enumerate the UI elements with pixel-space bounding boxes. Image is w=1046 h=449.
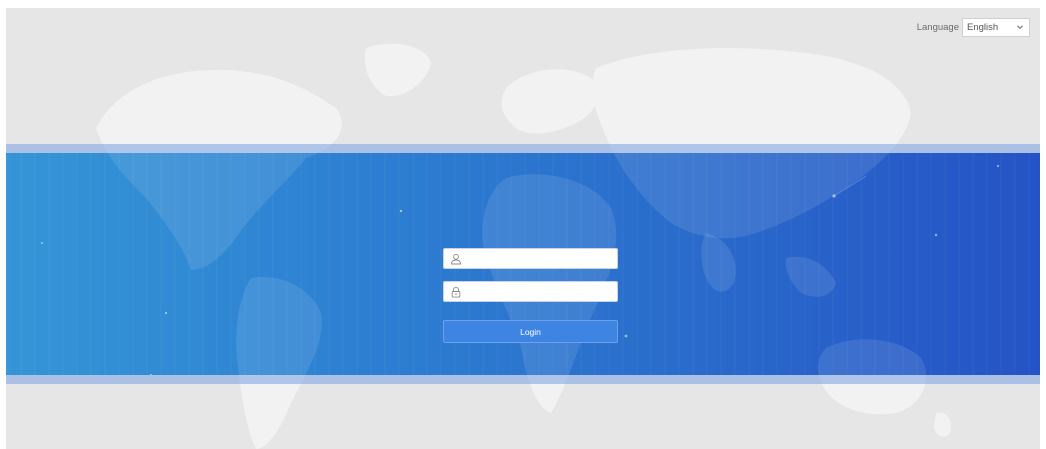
login-band: Login — [6, 153, 1040, 375]
login-button[interactable]: Login — [443, 320, 618, 343]
login-form: Login — [443, 248, 618, 343]
language-label: Language — [916, 21, 959, 33]
username-input[interactable] — [466, 250, 617, 267]
chevron-down-icon — [1017, 25, 1023, 30]
language-selected-value: English — [967, 21, 999, 33]
language-bar: Language English — [917, 17, 1030, 37]
band-bottom-edge — [6, 375, 1040, 384]
lock-icon — [451, 286, 461, 298]
language-select[interactable]: English — [962, 17, 1030, 37]
login-page: Login Language English — [6, 8, 1040, 449]
password-input[interactable] — [466, 283, 617, 300]
password-field[interactable] — [443, 281, 618, 302]
username-field[interactable] — [443, 248, 618, 269]
band-top-edge — [6, 144, 1040, 153]
user-icon — [451, 253, 461, 264]
